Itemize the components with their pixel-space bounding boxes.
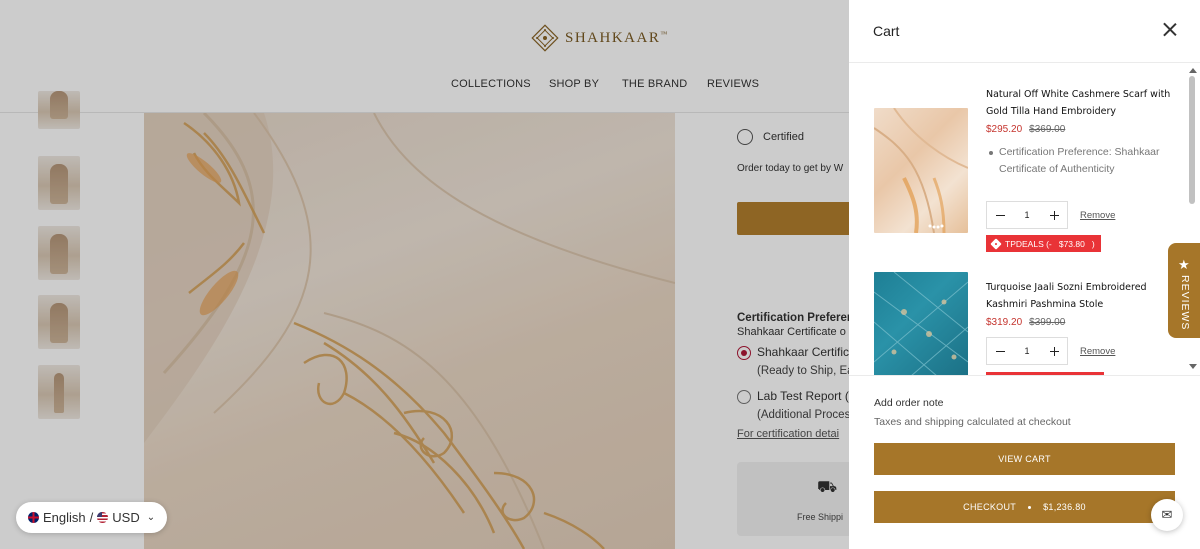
- star-icon: ★: [1178, 257, 1190, 272]
- chat-widget-button[interactable]: ✉: [1151, 499, 1183, 531]
- cart-footer: Add order note Taxes and shipping calcul…: [849, 375, 1200, 549]
- add-order-note-link[interactable]: Add order note: [874, 397, 943, 409]
- uk-flag-icon: [28, 512, 39, 523]
- drawer-backdrop[interactable]: [0, 0, 849, 549]
- original-price: $369.00: [1029, 124, 1066, 135]
- chat-icon: ✉: [1161, 507, 1173, 522]
- view-cart-button[interactable]: VIEW CART: [874, 443, 1175, 475]
- quantity-stepper: 1: [986, 337, 1068, 365]
- cart-title: Cart: [873, 23, 900, 39]
- language-currency-selector[interactable]: English / USD ⌄: [16, 502, 168, 533]
- quantity-value[interactable]: 1: [1013, 210, 1041, 220]
- reviews-tab-label: REVIEWS: [1179, 275, 1191, 331]
- scroll-down-arrow-icon[interactable]: [1189, 364, 1197, 369]
- cart-item-price: $319.20 $399.00: [986, 317, 1065, 328]
- original-price: $399.00: [1029, 317, 1066, 328]
- checkout-label: CHECKOUT: [963, 502, 1017, 512]
- sale-price: $319.20: [986, 317, 1023, 328]
- cart-item-price: $295.20 $369.00: [986, 124, 1065, 135]
- decrease-quantity-button[interactable]: [987, 202, 1013, 228]
- locale-separator: /: [89, 510, 94, 525]
- decrease-quantity-button[interactable]: [987, 338, 1013, 364]
- tag-icon: [990, 237, 1002, 250]
- us-flag-icon: [97, 512, 109, 523]
- scrollbar-thumb[interactable]: [1189, 76, 1195, 204]
- cart-item-image[interactable]: [874, 108, 968, 233]
- increase-quantity-button[interactable]: [1041, 338, 1067, 364]
- remove-item-link[interactable]: Remove: [1080, 210, 1115, 221]
- currency-label: USD: [112, 510, 140, 525]
- checkout-total: $1,236.80: [1043, 502, 1086, 512]
- quantity-stepper: 1: [986, 201, 1068, 229]
- cart-drawer: Cart Natural Off White Cashmere Scarf wi…: [849, 0, 1200, 549]
- discount-text: TPDEALS (- $73.80 ): [1005, 238, 1095, 249]
- reviews-side-tab[interactable]: ★ REVIEWS: [1168, 243, 1200, 338]
- quantity-value[interactable]: 1: [1013, 346, 1041, 356]
- close-icon[interactable]: [1163, 23, 1177, 37]
- increase-quantity-button[interactable]: [1041, 202, 1067, 228]
- taxes-shipping-note: Taxes and shipping calculated at checkou…: [874, 416, 1071, 428]
- cart-item-option: Certification Preference: Shahkaar Certi…: [989, 144, 1169, 178]
- cart-item-image[interactable]: [874, 272, 968, 375]
- separator-dot: [1028, 505, 1032, 509]
- discount-badge: TPDEALS (- $73.80 ): [986, 235, 1101, 252]
- chevron-down-icon: ⌄: [146, 512, 156, 523]
- scroll-up-arrow-icon[interactable]: [1189, 68, 1197, 73]
- cart-items-list: Natural Off White Cashmere Scarf with Go…: [849, 64, 1200, 375]
- remove-item-link[interactable]: Remove: [1080, 346, 1115, 357]
- cart-header: Cart: [849, 0, 1200, 63]
- view-cart-label: VIEW CART: [998, 454, 1051, 464]
- cart-item-name[interactable]: Turquoise Jaali Sozni Embroidered Kashmi…: [986, 279, 1171, 313]
- language-label: English: [43, 510, 86, 525]
- cart-item-name[interactable]: Natural Off White Cashmere Scarf with Go…: [986, 86, 1171, 120]
- checkout-button[interactable]: CHECKOUT $1,236.80: [874, 491, 1175, 523]
- sale-price: $295.20: [986, 124, 1023, 135]
